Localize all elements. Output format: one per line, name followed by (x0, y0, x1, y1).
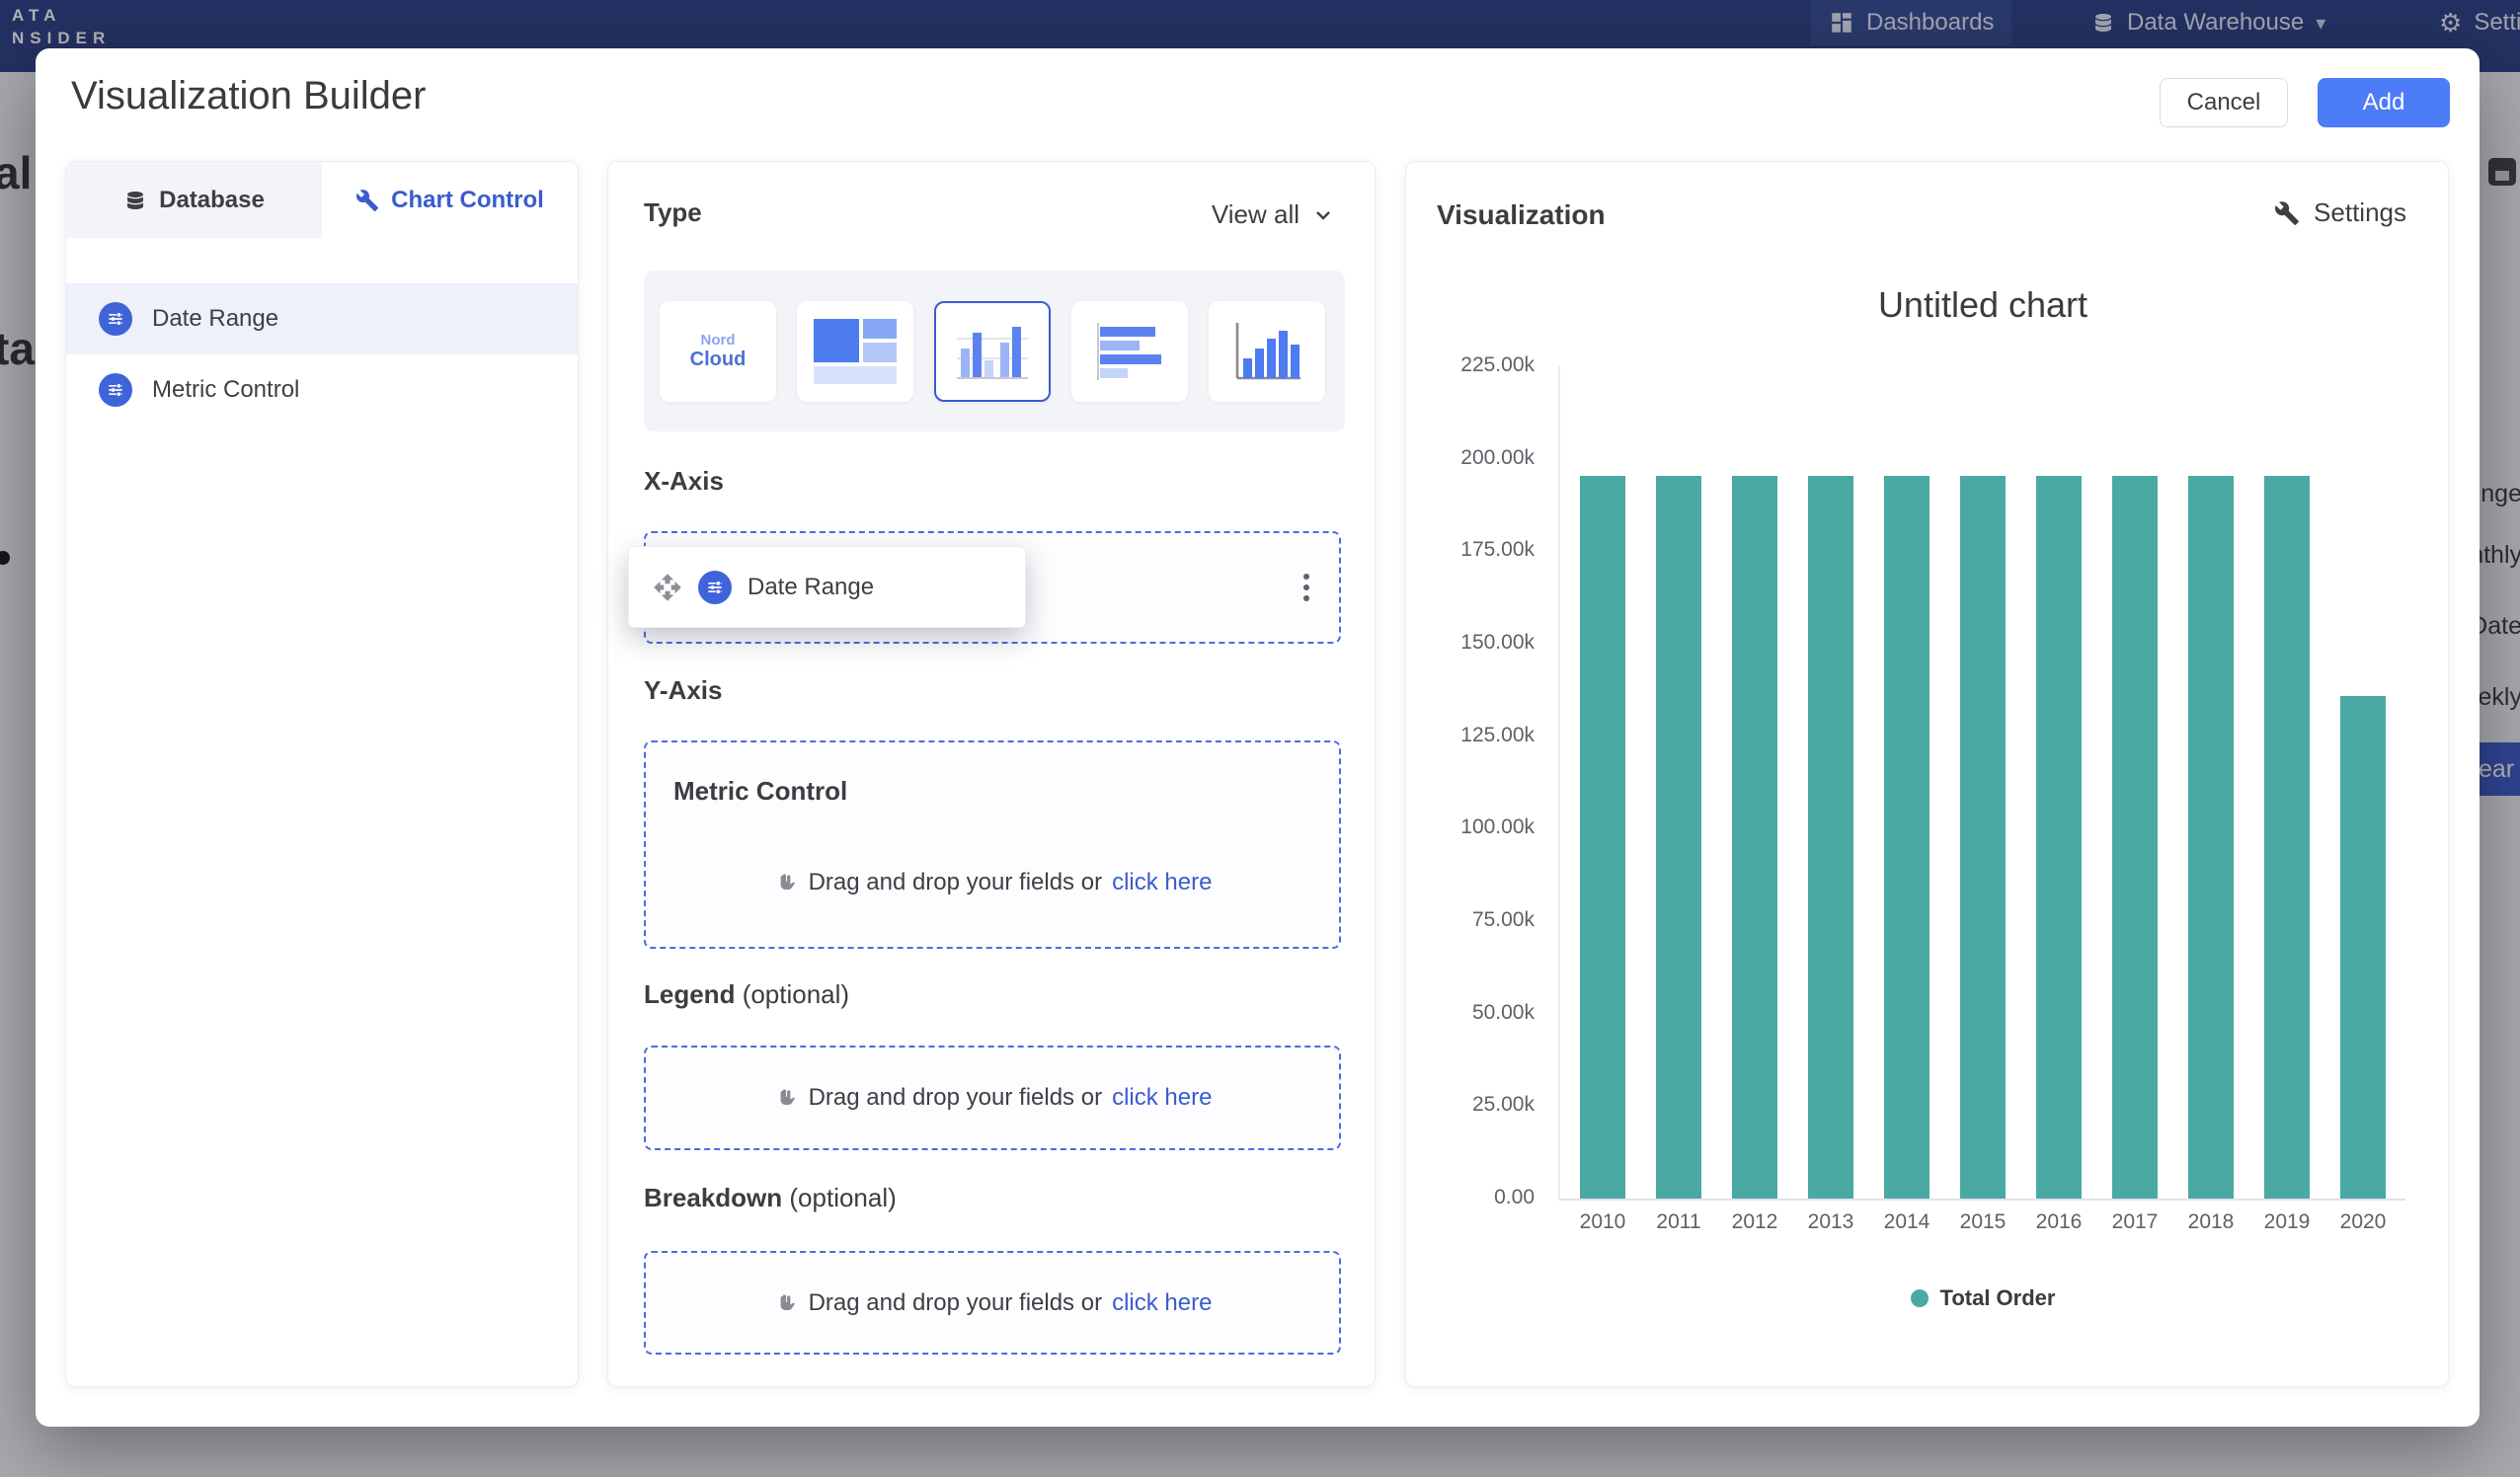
breakdown-dropzone[interactable]: Drag and drop your fields or click here (644, 1251, 1341, 1355)
view-all-label: View all (1212, 199, 1299, 230)
control-tune-icon (99, 373, 132, 407)
legend-dropzone[interactable]: Drag and drop your fields or click here (644, 1046, 1341, 1150)
bar-2020[interactable] (2340, 696, 2386, 1199)
hand-icon (773, 1290, 799, 1316)
click-here-link[interactable]: click here (1112, 869, 1212, 896)
visualization-panel: Visualization Settings Untitled chart 0.… (1405, 161, 2449, 1387)
chart-type-selector: Nord Cloud (644, 271, 1345, 431)
tools-icon (355, 189, 379, 212)
bar-2015[interactable] (1960, 476, 2006, 1199)
bar-2014[interactable] (1884, 476, 1929, 1199)
y-axis-tick-label: 100.00k (1406, 816, 1535, 839)
y-axis-tick-label: 175.00k (1406, 538, 1535, 562)
chevron-down-icon (1311, 203, 1335, 227)
x-axis-tick-label: 2015 (1945, 1210, 2020, 1234)
field-item-label: Metric Control (152, 376, 299, 404)
treemap-thumbnail (814, 319, 897, 384)
hand-icon (773, 870, 799, 895)
view-all-button[interactable]: View all (1212, 199, 1335, 230)
field-item-date-range[interactable]: Date Range (66, 283, 578, 354)
database-icon (123, 189, 147, 212)
chart-plot: 0.00 25.00k 50.00k 75.00k 100.00k 125.00k 150.… (1406, 162, 2448, 1386)
screen: ATA NSIDER Dashboards Data Warehouse ▾ ⚙… (0, 0, 2520, 1477)
add-button[interactable]: Add (2318, 78, 2450, 127)
type-option-column-chart[interactable] (1209, 301, 1325, 402)
legend-heading: Legend (optional) (644, 979, 849, 1010)
x-axis-tick-label: 2013 (1793, 1210, 1868, 1234)
tab-chart-control-label: Chart Control (391, 187, 544, 214)
x-axis-tick-label: 2010 (1565, 1210, 1640, 1234)
x-axis-tick-label: 2020 (2325, 1210, 2401, 1234)
y-axis-group-title: Metric Control (673, 776, 847, 807)
x-axis-tick-label: 2016 (2021, 1210, 2096, 1234)
y-axis-dropzone[interactable]: Metric Control Drag and drop your fields… (644, 740, 1341, 949)
column-chart-thumbnail (1225, 319, 1308, 384)
fields-panel: Database Chart Control Date Range (65, 161, 579, 1387)
bar-2010[interactable] (1580, 476, 1625, 1199)
modal-title: Visualization Builder (71, 74, 426, 118)
x-axis-tick-label: 2017 (2097, 1210, 2172, 1234)
type-option-horizontal-bar-chart[interactable] (1071, 301, 1188, 402)
legend-drop-hint: Drag and drop your fields or click here (646, 1084, 1339, 1112)
legend-series-label: Total Order (1940, 1285, 2056, 1311)
field-item-label: Date Range (152, 305, 278, 333)
grouped-column-chart-thumbnail (951, 319, 1034, 384)
y-axis-tick-label: 150.00k (1406, 631, 1535, 655)
bar-2017[interactable] (2112, 476, 2158, 1199)
tab-chart-control[interactable]: Chart Control (322, 162, 578, 238)
cancel-button[interactable]: Cancel (2160, 78, 2288, 127)
y-axis-heading: Y-Axis (644, 675, 723, 706)
click-here-link[interactable]: click here (1112, 1084, 1212, 1112)
legend-dot (1911, 1289, 1929, 1307)
chart-legend[interactable]: Total Order (1558, 1285, 2407, 1311)
y-axis-drop-hint: Drag and drop your fields or click here (646, 869, 1339, 896)
dragged-field-label: Date Range (748, 574, 874, 601)
control-tune-icon (698, 571, 732, 604)
field-item-metric-control[interactable]: Metric Control (66, 354, 578, 426)
bar-2013[interactable] (1808, 476, 1853, 1199)
x-axis-tick-label: 2011 (1641, 1210, 1716, 1234)
word-cloud-thumbnail: Nord (701, 332, 736, 349)
move-icon (653, 573, 682, 602)
y-axis-tick-label: 50.00k (1406, 1001, 1535, 1025)
x-axis-tick-label: 2019 (2249, 1210, 2324, 1234)
builder-panel: Type View all Nord Cloud (607, 161, 1376, 1387)
breakdown-heading: Breakdown (optional) (644, 1183, 897, 1213)
type-option-treemap[interactable] (797, 301, 913, 402)
type-option-word-cloud[interactable]: Nord Cloud (660, 301, 776, 402)
breakdown-drop-hint: Drag and drop your fields or click here (646, 1289, 1339, 1317)
type-heading: Type (644, 197, 702, 228)
bar-2019[interactable] (2264, 476, 2310, 1199)
bar-2012[interactable] (1732, 476, 1777, 1199)
y-axis-tick-label: 75.00k (1406, 908, 1535, 932)
x-axis-tick-label: 2014 (1869, 1210, 1944, 1234)
tab-database[interactable]: Database (66, 162, 322, 238)
type-option-grouped-column-chart[interactable] (934, 301, 1051, 402)
x-axis-tick-label: 2018 (2173, 1210, 2248, 1234)
bar-2016[interactable] (2036, 476, 2082, 1199)
bar-2018[interactable] (2188, 476, 2234, 1199)
y-axis-line (1558, 366, 1560, 1201)
click-here-link[interactable]: click here (1112, 1289, 1212, 1317)
y-axis-tick-label: 25.00k (1406, 1093, 1535, 1117)
dragged-field-chip[interactable]: Date Range (628, 546, 1026, 628)
horizontal-bar-chart-thumbnail (1088, 319, 1171, 384)
kebab-menu-icon[interactable] (1299, 565, 1313, 610)
x-axis-line (1558, 1199, 2405, 1201)
x-axis-tick-label: 2012 (1717, 1210, 1792, 1234)
tab-database-label: Database (159, 187, 265, 214)
visualization-builder-modal: Visualization Builder Cancel Add Databas… (36, 48, 2480, 1427)
fields-panel-tabs: Database Chart Control (66, 162, 578, 238)
y-axis-tick-label: 200.00k (1406, 446, 1535, 470)
y-axis-tick-label: 225.00k (1406, 353, 1535, 377)
hand-icon (773, 1085, 799, 1111)
y-axis-tick-label: 0.00 (1406, 1186, 1535, 1209)
y-axis-tick-label: 125.00k (1406, 724, 1535, 747)
x-axis-heading: X-Axis (644, 466, 724, 497)
control-tune-icon (99, 302, 132, 336)
bar-2011[interactable] (1656, 476, 1701, 1199)
